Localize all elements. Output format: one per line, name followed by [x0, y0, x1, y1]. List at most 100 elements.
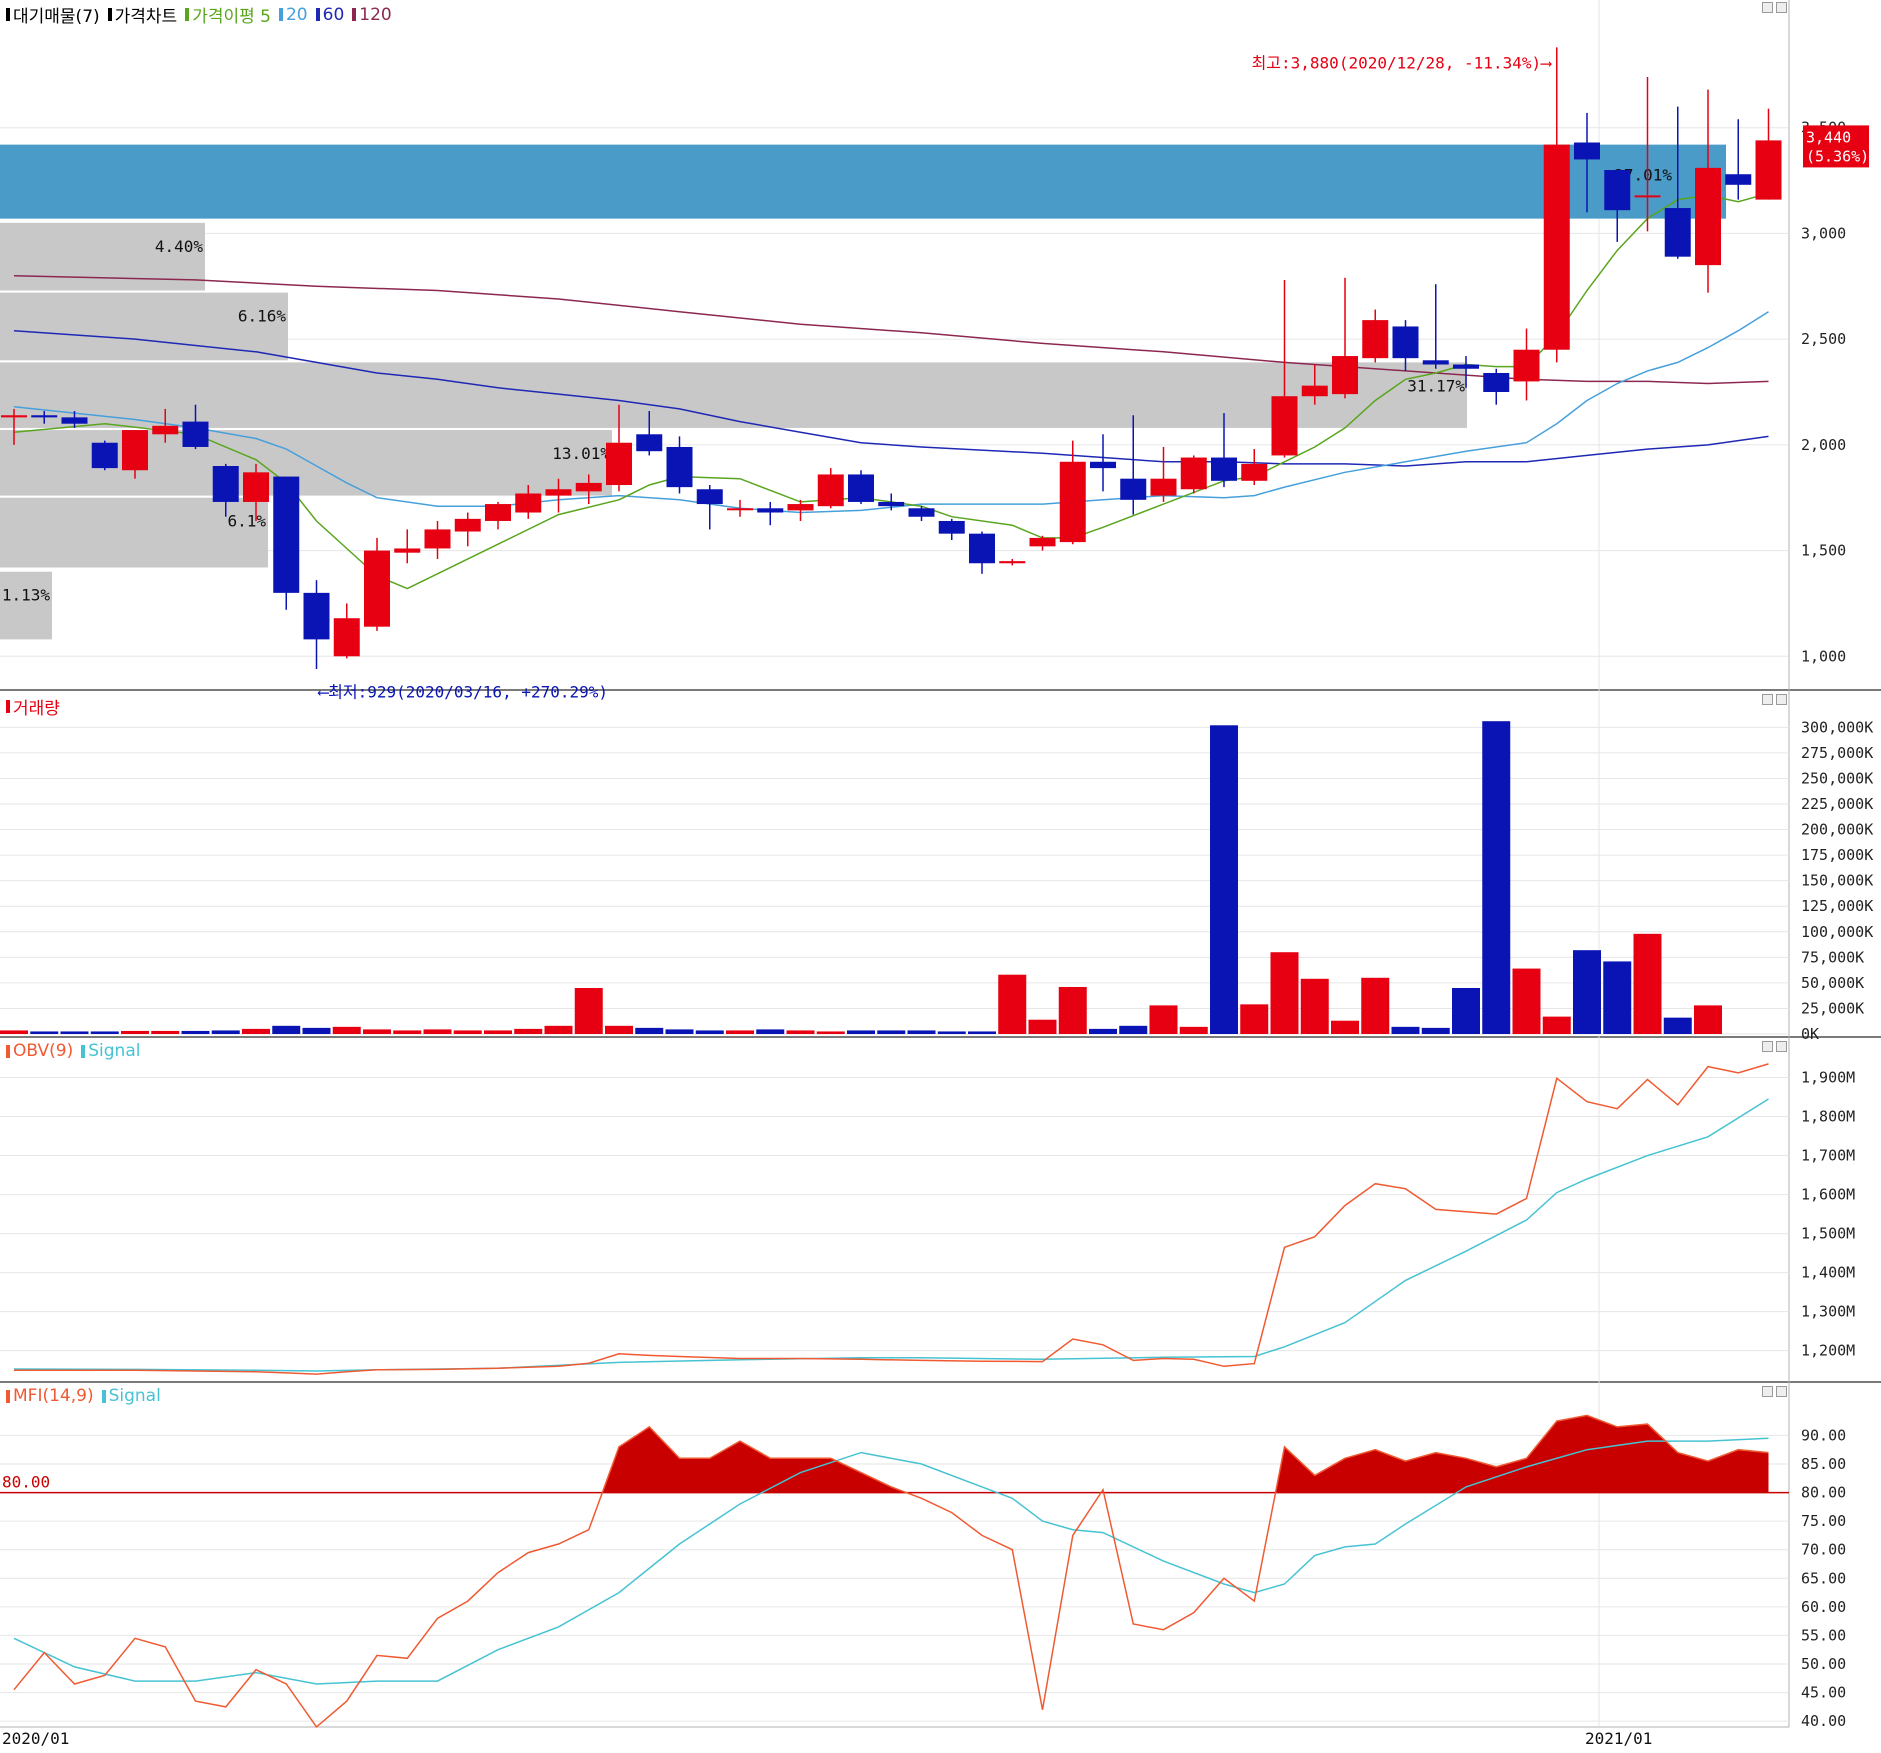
volume-panel-controls[interactable] [1762, 694, 1787, 705]
legend-item[interactable]: MFI(14,9) [6, 1386, 94, 1406]
candle-body [878, 501, 905, 507]
price-tick-label: 1,000 [1801, 647, 1846, 665]
candle-body [1090, 461, 1116, 469]
supply-zone-percent: 6.16% [238, 307, 287, 326]
volume-bar [1694, 1005, 1722, 1034]
obv-legend[interactable]: OBV(9) Signal [6, 1041, 140, 1061]
volume-bar [1603, 961, 1632, 1034]
minimize-icon[interactable] [1762, 694, 1773, 705]
candle-body [1483, 372, 1510, 392]
volume-bar [816, 1031, 845, 1034]
minimize-icon[interactable] [1762, 1386, 1773, 1397]
candle-body [1604, 170, 1631, 211]
candle-body [212, 466, 239, 502]
volume-bar [211, 1030, 240, 1034]
price-tick-label: 2,500 [1801, 330, 1846, 348]
legend-item[interactable]: OBV(9) [6, 1041, 73, 1061]
supply-zone-bar [0, 222, 205, 291]
legend-label: 대기매물(7) [13, 7, 100, 27]
legend-marker [107, 8, 112, 21]
obv-panel-controls[interactable] [1762, 1041, 1787, 1052]
candle-body [817, 474, 844, 507]
minimize-icon[interactable] [1762, 1041, 1773, 1052]
candle-body [1422, 360, 1449, 365]
volume-bar [1512, 968, 1541, 1034]
legend-item[interactable]: Signal [101, 1386, 161, 1406]
supply-zone-percent: 31.17% [1407, 376, 1465, 395]
volume-bar [1482, 721, 1511, 1034]
candle-body [273, 476, 300, 593]
supply-zone-percent: 4.40% [155, 237, 204, 256]
legend-item[interactable]: 60 [315, 5, 344, 25]
volume-bar [484, 1030, 512, 1034]
volume-bar [30, 1031, 59, 1034]
supply-zone-bar [0, 497, 268, 568]
volume-tick-label: 200,000K [1801, 821, 1873, 839]
candle-body [1, 415, 27, 418]
candle-body [666, 446, 693, 488]
candle-body [1392, 326, 1419, 359]
last-price-change: (5.36%) [1806, 147, 1869, 165]
volume-bar [272, 1025, 301, 1034]
mfi-panel-controls[interactable] [1762, 1386, 1787, 1397]
volume-bar [60, 1031, 89, 1034]
legend-marker [6, 8, 10, 21]
mfi-tick-label: 80.00 [1801, 1484, 1846, 1502]
candle-body [182, 421, 209, 447]
candle-body [1271, 396, 1298, 456]
candle-body [545, 489, 572, 496]
legend-item[interactable]: 가격차트 [107, 2, 177, 27]
chart-stage: 1,0001,5002,0002,5003,0003,50037.01%4.40… [0, 0, 1881, 1749]
volume-bar [1391, 1026, 1420, 1034]
mfi-tick-label: 75.00 [1801, 1512, 1846, 1530]
mfi-threshold-label: 80.00 [2, 1473, 50, 1492]
volume-tick-label: 275,000K [1801, 744, 1873, 762]
candle-body [1120, 478, 1147, 500]
supply-zone-bar [0, 144, 1726, 219]
legend-marker [352, 8, 357, 21]
candle-body [575, 482, 602, 492]
candle-body [31, 415, 58, 418]
volume-bar [1573, 950, 1601, 1034]
candle-body [1543, 144, 1570, 350]
candle-body [1332, 356, 1358, 395]
legend-item[interactable]: 20 [278, 5, 308, 25]
legend-marker [81, 1044, 86, 1058]
legend-marker [6, 700, 10, 713]
volume-tick-label: 100,000K [1801, 923, 1873, 941]
candle-body [1029, 537, 1056, 547]
legend-label: Signal [88, 1041, 141, 1061]
volume-bar [1361, 977, 1390, 1034]
close-icon[interactable] [1776, 694, 1787, 705]
price-panel-controls[interactable] [1762, 2, 1787, 13]
mfi-tick-label: 65.00 [1801, 1569, 1846, 1587]
volume-bar [756, 1029, 785, 1034]
candle-body [727, 508, 753, 511]
price-legend[interactable]: 대기매물(7) 가격차트 가격이평 5 20 60 120 [6, 2, 392, 27]
close-icon[interactable] [1776, 2, 1787, 13]
legend-item[interactable]: 거래량 [6, 694, 60, 719]
candle-body [1634, 195, 1661, 198]
legend-item[interactable]: 가격이평 5 [185, 2, 271, 27]
close-icon[interactable] [1776, 1041, 1787, 1052]
volume-bar [1149, 1005, 1178, 1034]
volume-bar [1119, 1025, 1148, 1034]
volume-bar [968, 1031, 996, 1034]
volume-bar [1421, 1027, 1450, 1034]
mfi-legend[interactable]: MFI(14,9) Signal [6, 1386, 161, 1406]
legend-item[interactable]: 120 [352, 5, 392, 25]
candle-body [999, 561, 1026, 564]
candle-body [394, 548, 421, 553]
legend-item[interactable]: 대기매물(7) [6, 2, 100, 27]
obv-tick-label: 1,400M [1801, 1264, 1855, 1282]
volume-bar [121, 1030, 149, 1034]
volume-tick-label: 0K [1801, 1025, 1819, 1043]
volume-legend[interactable]: 거래량 [6, 694, 60, 719]
close-icon[interactable] [1776, 1386, 1787, 1397]
volume-tick-label: 150,000K [1801, 872, 1873, 890]
legend-item[interactable]: Signal [81, 1041, 140, 1061]
legend-marker [185, 8, 190, 21]
legend-label: OBV(9) [13, 1041, 74, 1061]
minimize-icon[interactable] [1762, 2, 1773, 13]
volume-bar [1331, 1020, 1359, 1034]
